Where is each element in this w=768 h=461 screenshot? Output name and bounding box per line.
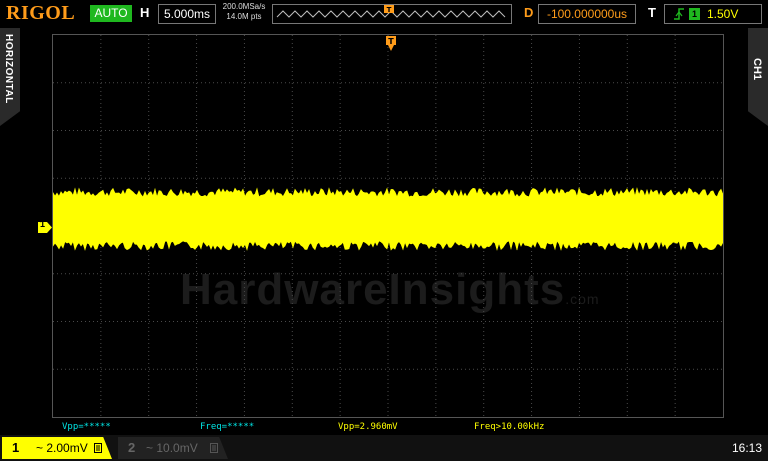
ch2-scale-button[interactable]: 2 ~ 10.0mV xyxy=(118,437,228,459)
ch1-tab-label: CH1 xyxy=(751,58,763,81)
delay-value[interactable]: -100.000000us xyxy=(538,4,636,24)
delay-label: D xyxy=(524,5,534,20)
memory-depth: 14.0M pts xyxy=(226,12,262,21)
graticule xyxy=(52,34,724,418)
ch1-number: 1 xyxy=(12,440,20,455)
svg-text:T: T xyxy=(388,37,394,46)
rigol-logo: RIGOL xyxy=(6,2,76,24)
ch2-scale: ~ 10.0mV xyxy=(146,441,198,455)
acquisition-info: 200.0MSa/s 14.0M pts xyxy=(219,2,269,22)
measurement-2: Freq=***** xyxy=(200,422,255,432)
rising-edge-icon xyxy=(674,8,684,20)
ch2-number: 2 xyxy=(128,440,136,455)
run-mode-button[interactable]: AUTO xyxy=(90,5,132,22)
trigger-source-badge: 1 xyxy=(689,8,700,20)
bandwidth-limit-icon xyxy=(94,443,102,453)
horizontal-tab-label: HORIZONTAL xyxy=(3,34,14,104)
ch1-menu-tab[interactable]: CH1 xyxy=(748,28,768,126)
ch1-scale: ~ 2.00mV xyxy=(36,441,88,455)
memory-overview-strip[interactable]: T xyxy=(272,4,512,24)
waveform-display xyxy=(52,35,724,417)
measurement-4: Freq>10.00kHz xyxy=(474,422,545,432)
trigger-label: T xyxy=(648,5,656,20)
trigger-level-value: 1.50V xyxy=(707,7,739,21)
svg-text:T: T xyxy=(387,6,392,14)
ch1-marker-label: 1 xyxy=(40,219,46,229)
top-status-bar: RIGOL AUTO H 5.000ms 200.0MSa/s 14.0M pt… xyxy=(0,0,768,27)
measurement-3: Vpp=2.960mV xyxy=(338,422,398,432)
trigger-position-marker[interactable]: T xyxy=(384,34,398,52)
bottom-status-bar: 1 ~ 2.00mV 2 ~ 10.0mV 16:13 xyxy=(0,435,768,461)
memory-waveform-icon: T xyxy=(276,5,506,18)
horizontal-label: H xyxy=(140,5,150,20)
timebase-value[interactable]: 5.000ms xyxy=(158,4,216,24)
clock: 16:13 xyxy=(732,441,763,455)
trigger-settings[interactable]: 1 1.50V xyxy=(664,4,762,24)
ch1-scale-button[interactable]: 1 ~ 2.00mV xyxy=(2,437,112,459)
ch1-waveform xyxy=(52,187,724,251)
measurement-1: Vpp=***** xyxy=(62,422,111,432)
ch1-offset-marker[interactable]: 1 xyxy=(38,219,52,233)
horizontal-menu-tab[interactable]: HORIZONTAL xyxy=(0,28,20,126)
sample-rate: 200.0MSa/s xyxy=(222,2,266,11)
ch2-bandwidth-icon xyxy=(210,443,218,453)
